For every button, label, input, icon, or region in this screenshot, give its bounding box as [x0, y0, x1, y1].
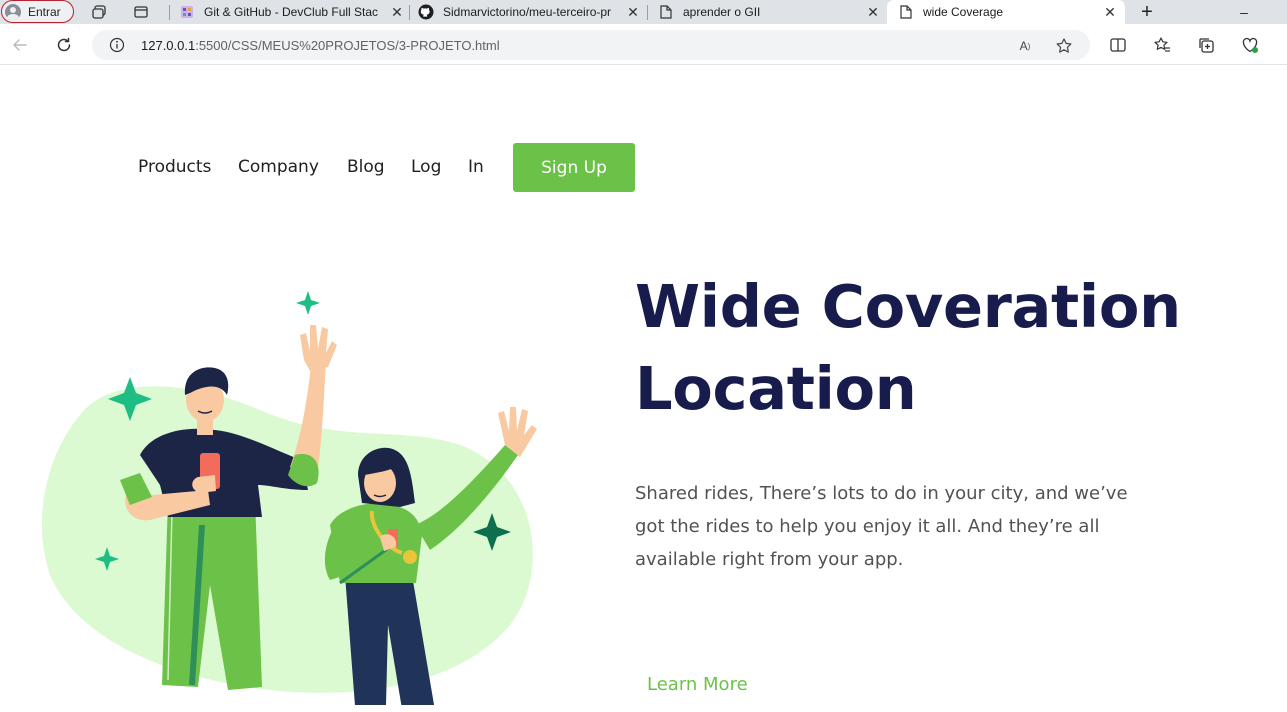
- tab-wide-coverage[interactable]: wide Coverage ✕: [887, 0, 1125, 24]
- favorites-icon[interactable]: [1152, 35, 1172, 55]
- tab-close-icon[interactable]: ✕: [390, 4, 404, 21]
- tab-title: Git & GitHub - DevClub Full Stac: [204, 5, 379, 19]
- back-button[interactable]: [10, 35, 30, 55]
- workspaces-icon[interactable]: [90, 3, 108, 21]
- favorite-star-icon[interactable]: [1055, 37, 1073, 55]
- browser-essentials-icon[interactable]: [1240, 35, 1260, 55]
- read-aloud-icon[interactable]: A): [1016, 37, 1034, 55]
- tab-title: aprender o GII: [683, 5, 761, 19]
- url-path: :5500/CSS/MEUS%20PROJETOS/3-PROJETO.html: [195, 38, 500, 53]
- tab-close-icon[interactable]: ✕: [626, 4, 640, 21]
- site-info-icon[interactable]: [109, 37, 125, 53]
- sparkle-icon: [296, 291, 320, 315]
- tab-github[interactable]: Sidmarvictorino/meu-terceiro-pr ✕: [418, 0, 640, 24]
- tab-separator: [409, 5, 410, 20]
- background-blob: [41, 386, 533, 693]
- split-screen-icon[interactable]: [1108, 35, 1128, 55]
- hero-description: Shared rides, There’s lots to do in your…: [635, 483, 1128, 570]
- tab-close-icon[interactable]: ✕: [1103, 4, 1117, 21]
- minimize-button[interactable]: –: [1224, 0, 1264, 24]
- tab-title: Sidmarvictorino/meu-terceiro-pr: [443, 5, 612, 19]
- collections-icon[interactable]: [1196, 35, 1216, 55]
- nav-link-company[interactable]: Company: [238, 157, 319, 177]
- web-page: Products Company Blog Log In Sign Up Wid…: [0, 65, 1287, 712]
- profile-label: Entrar: [28, 4, 61, 19]
- reload-icon: [57, 37, 71, 52]
- page-favicon-icon: [898, 4, 914, 20]
- profile-button[interactable]: Entrar: [1, 0, 74, 23]
- tab-aprender[interactable]: aprender o GII ✕: [658, 0, 880, 24]
- learn-more-link[interactable]: Learn More: [647, 674, 748, 695]
- address-bar[interactable]: 127.0.0.1:5500/CSS/MEUS%20PROJETOS/3-PRO…: [92, 30, 1090, 60]
- page-favicon-icon: [658, 4, 674, 20]
- nav-link-blog[interactable]: Blog: [347, 157, 385, 177]
- tab-close-icon[interactable]: ✕: [866, 4, 880, 21]
- browser-toolbar: 127.0.0.1:5500/CSS/MEUS%20PROJETOS/3-PRO…: [0, 24, 1287, 65]
- hero-illustration: [41, 291, 537, 705]
- browser-tab-strip: Entrar Git & GitHub - DevClub Full Stac …: [0, 0, 1287, 24]
- hero-title-line-2: Location: [635, 354, 917, 423]
- url-host: 127.0.0.1: [141, 38, 196, 53]
- reload-button[interactable]: [54, 35, 74, 55]
- github-favicon-icon: [418, 4, 434, 20]
- nav-link-log[interactable]: Log: [411, 157, 441, 177]
- devclub-favicon-icon: [179, 4, 195, 20]
- tab-title: wide Coverage: [923, 5, 1004, 19]
- url-text[interactable]: 127.0.0.1:5500/CSS/MEUS%20PROJETOS/3-PRO…: [141, 38, 500, 53]
- tab-separator: [169, 5, 170, 20]
- tab-devclub[interactable]: Git & GitHub - DevClub Full Stac ✕: [179, 0, 404, 24]
- nav-link-products[interactable]: Products: [138, 157, 211, 177]
- back-arrow-icon: [13, 39, 27, 51]
- hero-title-line-1: Wide Coveration: [635, 272, 1181, 341]
- hero-title: Wide Coveration Location: [635, 266, 1255, 430]
- nav-link-in[interactable]: In: [468, 157, 484, 177]
- sign-up-button[interactable]: Sign Up: [513, 143, 635, 192]
- new-tab-icon[interactable]: +: [1138, 1, 1156, 23]
- profile-avatar-icon: [5, 3, 21, 20]
- tab-actions-icon[interactable]: [132, 3, 150, 21]
- tab-separator: [647, 5, 648, 20]
